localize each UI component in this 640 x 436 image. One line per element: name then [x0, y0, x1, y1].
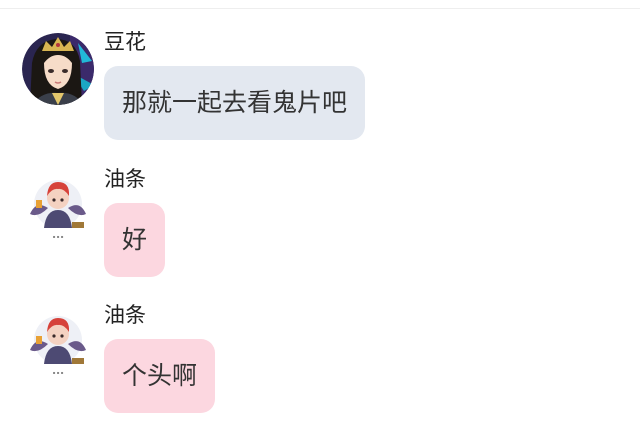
chibi-character-avatar-icon[interactable]: ▪ ▪ ▪: [22, 306, 94, 378]
sender-name: 油条: [104, 167, 146, 191]
sender-name: 豆花: [104, 30, 146, 54]
svg-text:▪ ▪ ▪: ▪ ▪ ▪: [53, 234, 64, 239]
top-divider: [0, 8, 640, 9]
anime-character-avatar-icon[interactable]: [22, 33, 94, 105]
svg-text:▪ ▪ ▪: ▪ ▪ ▪: [53, 370, 64, 375]
message-bubble[interactable]: 好: [104, 203, 166, 277]
chat-screen: 豆花 那就一起去看鬼片吧 ▪ ▪ ▪ 油条 好 ▪ ▪ ▪ 油条 个头啊: [0, 0, 640, 436]
sender-name: 油条: [104, 303, 146, 327]
message-bubble[interactable]: 个头啊: [104, 339, 216, 413]
chibi-character-avatar-icon[interactable]: ▪ ▪ ▪: [22, 170, 94, 242]
message-bubble[interactable]: 那就一起去看鬼片吧: [104, 66, 366, 140]
